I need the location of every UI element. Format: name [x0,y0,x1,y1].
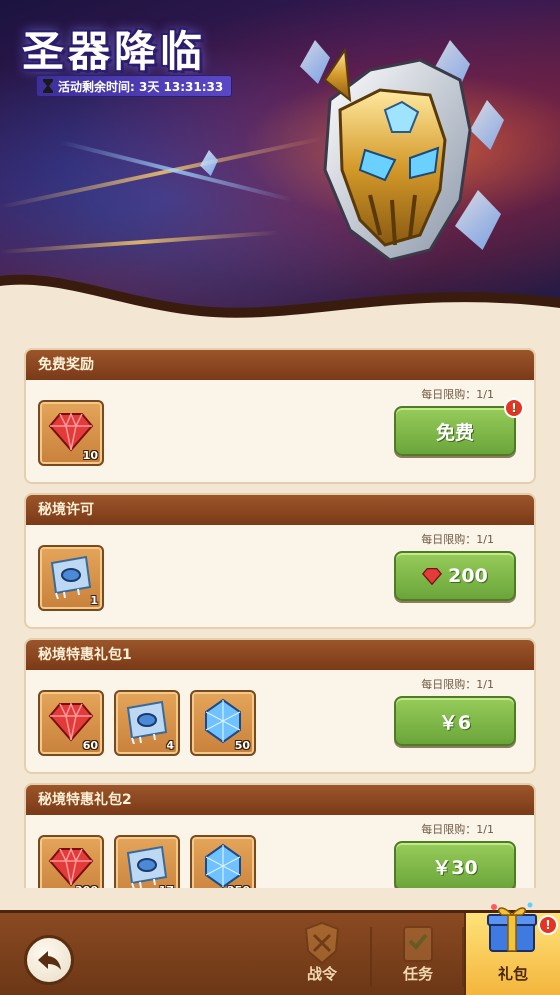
item-quantity: 1 [90,594,98,607]
gift-pack-card: 秘境许可 1 每日限购：1/1 200 [24,493,536,629]
tab-battle-pass[interactable]: 战令 [276,913,368,995]
buy-with-ruby-button[interactable]: 200 [394,551,516,601]
task-scroll-icon [403,926,433,962]
gift-pack-card: 秘境特惠礼包1 60 4 50 每日限购：1/1 ￥6 [24,638,536,774]
permit-card-icon [126,700,168,744]
permit-card-icon [50,555,92,599]
purchase-button[interactable]: ￥6 [394,696,516,746]
gift-pack-list[interactable]: 免费奖励 10 每日限购：1/1 免费 ! 秘境许可 1 每日限购：1/1 20… [24,348,538,888]
gift-box-icon [487,902,537,952]
daily-limit: 每日限购：1/1 [421,678,494,691]
button-label: 200 [448,565,488,587]
purchase-button[interactable]: ￥30 [394,841,516,888]
banner-wave-divider [0,274,560,330]
alert-badge: ! [504,398,524,418]
button-label: ￥30 [432,856,478,879]
item-quantity: 60 [82,739,98,752]
card-title: 秘境特惠礼包2 [26,785,534,815]
back-arrow-icon [38,951,61,970]
card-title: 秘境许可 [26,495,534,525]
event-timer: 活动剩余时间: 3天 13:31:33 [36,75,233,97]
free-claim-button[interactable]: 免费 ! [394,398,524,456]
item-quantity: 300 [75,884,98,888]
battle-pass-icon [304,921,340,965]
card-title: 秘境特惠礼包1 [26,640,534,670]
ruby-icon [48,412,94,452]
item-quantity: 50 [234,739,250,752]
ruby-icon [48,847,94,887]
blue-crystal-icon [205,698,241,744]
daily-limit: 每日限购：1/1 [421,388,494,401]
tab-label: 战令 [306,965,337,983]
tab-gift-packs[interactable]: ! 礼包 [464,902,560,995]
tab-label: 任务 [402,965,433,983]
hourglass-icon [43,79,53,93]
daily-limit: 每日限购：1/1 [421,823,494,836]
tab-tasks[interactable]: 任务 [372,913,464,995]
item-quantity: 17 [159,884,174,888]
timer-text: 活动剩余时间: 3天 13:31:33 [58,79,224,94]
bottom-nav-bar: 战令 任务 ! 礼包 [0,902,560,995]
button-label: ￥6 [438,711,472,734]
button-label: 免费 [435,421,474,444]
alert-badge: ! [538,915,558,935]
ruby-icon [422,567,443,586]
holy-helmet-artwork [323,47,472,262]
gift-pack-card: 秘境特惠礼包2 300 17 [24,783,536,888]
reward-item[interactable]: 50 [190,690,256,756]
tab-label: 礼包 [497,965,528,983]
ruby-icon [48,702,94,742]
event-title: 圣器降临 [22,27,207,76]
back-button[interactable] [24,935,74,985]
permit-card-icon [126,845,168,888]
daily-limit: 每日限购：1/1 [421,533,494,546]
item-quantity: 10 [82,449,98,462]
gift-pack-card: 免费奖励 10 每日限购：1/1 免费 ! [24,348,536,484]
event-banner: 圣器降临 活动剩余时间: 3天 13:31:33 [0,0,560,330]
reward-item[interactable]: 250 [190,835,256,888]
reward-item[interactable]: 1 [38,545,104,611]
card-title: 免费奖励 [26,350,534,380]
reward-item[interactable]: 300 [38,835,104,888]
reward-item[interactable]: 4 [114,690,180,756]
item-quantity: 4 [166,739,174,752]
reward-item[interactable]: 17 [114,835,180,888]
reward-item[interactable]: 10 [38,400,104,466]
reward-item[interactable]: 60 [38,690,104,756]
blue-crystal-icon [205,843,241,888]
item-quantity: 250 [227,884,250,888]
